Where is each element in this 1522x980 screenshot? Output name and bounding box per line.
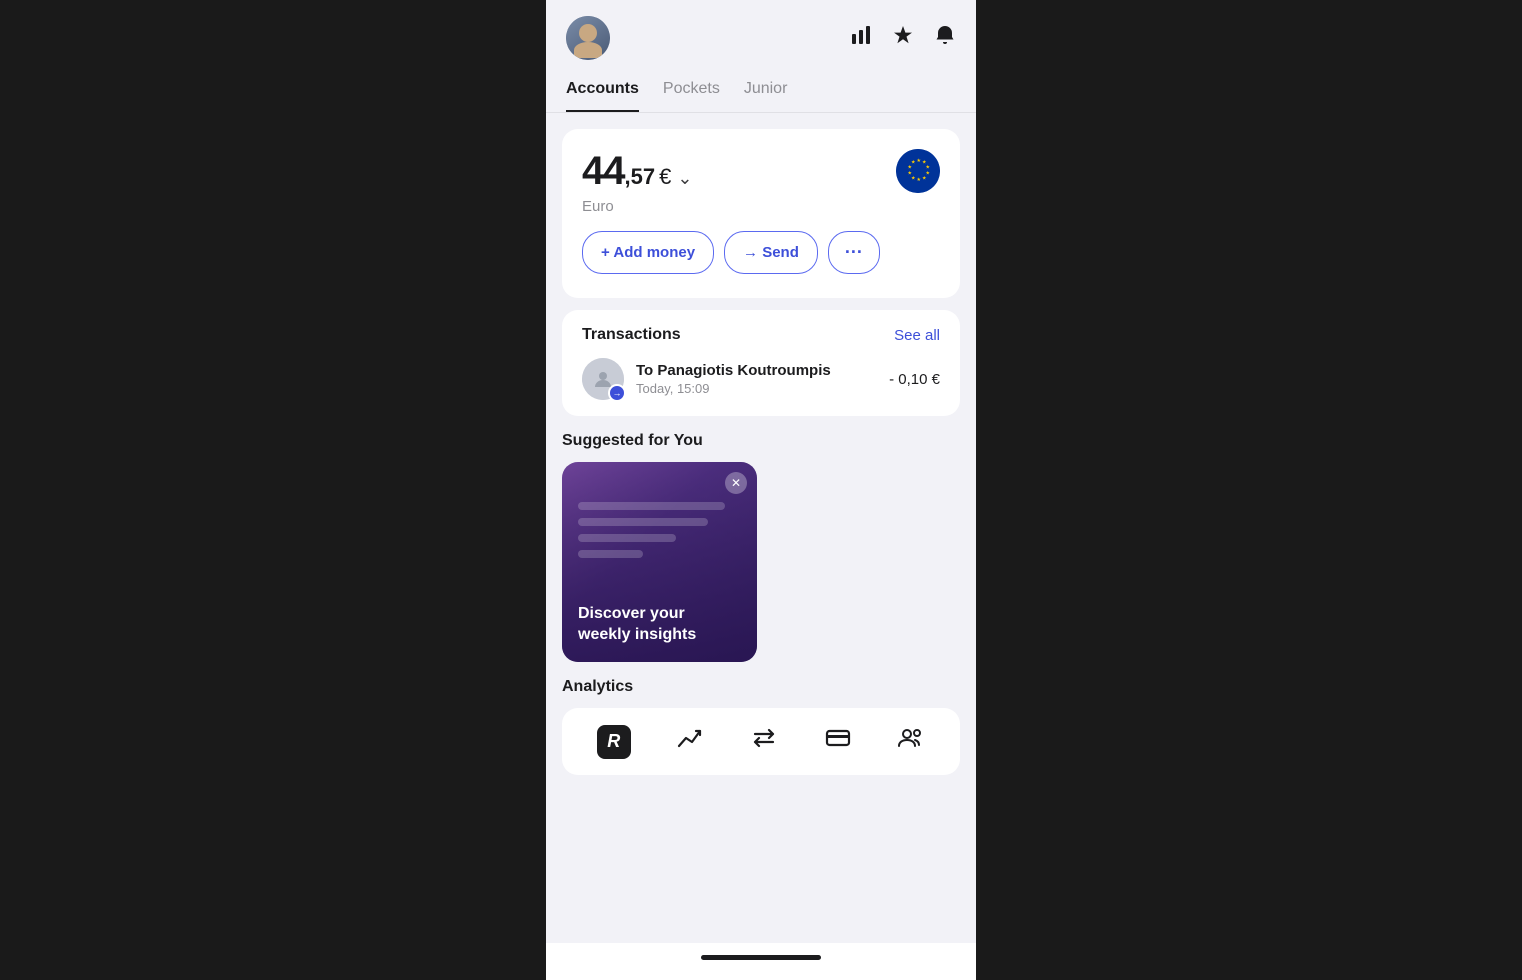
- suggested-section: Suggested for You ✕ Discover your weekly…: [546, 416, 976, 662]
- tab-junior[interactable]: Junior: [744, 72, 788, 112]
- svg-text:★: ★: [908, 171, 913, 177]
- tab-accounts[interactable]: Accounts: [566, 72, 639, 112]
- deco-bar-4: [578, 550, 643, 558]
- balance-currency: €: [659, 164, 671, 190]
- transaction-info: To Panagiotis Koutroumpis Today, 15:09: [636, 362, 877, 396]
- balance-decimal: ,57: [625, 164, 656, 190]
- suggestion-card-text: Discover your weekly insights: [578, 604, 741, 646]
- suggested-title: Suggested for You: [562, 432, 960, 450]
- balance-display: 44 ,57 € ⌄: [582, 149, 692, 194]
- tabs: Accounts Pockets Junior: [546, 68, 976, 113]
- suggestion-close-button[interactable]: ✕: [725, 472, 747, 494]
- star-icon[interactable]: [892, 24, 914, 52]
- action-buttons: + Add money → Send ···: [582, 231, 940, 274]
- transaction-item[interactable]: → To Panagiotis Koutroumpis Today, 15:09…: [582, 358, 940, 400]
- tab-pockets[interactable]: Pockets: [663, 72, 720, 112]
- deco-bar-2: [578, 518, 708, 526]
- send-button[interactable]: → Send: [724, 231, 818, 274]
- add-money-button[interactable]: + Add money: [582, 231, 714, 274]
- svg-text:★: ★: [911, 160, 916, 166]
- card-icon: [824, 724, 852, 759]
- transactions-title: Transactions: [582, 326, 681, 344]
- svg-text:★: ★: [917, 177, 922, 183]
- analytics-card-item[interactable]: [824, 724, 852, 759]
- analytics-section: Analytics R: [546, 662, 976, 775]
- bottom-bar: [546, 943, 976, 980]
- suggestion-card-title: Discover your weekly insights: [578, 604, 741, 646]
- main-content: 44 ,57 € ⌄ ★ ★ ★ ★: [546, 113, 976, 943]
- close-icon: ✕: [731, 476, 741, 490]
- analytics-transfer-item[interactable]: [750, 724, 778, 759]
- deco-bar-1: [578, 502, 725, 510]
- card-decoration: [578, 502, 741, 558]
- svg-text:★: ★: [917, 158, 922, 164]
- suggestion-card[interactable]: ✕ Discover your weekly insights: [562, 462, 757, 662]
- avatar[interactable]: [566, 16, 610, 60]
- group-icon: [897, 724, 925, 759]
- transfer-icon: [750, 724, 778, 759]
- transactions-header: Transactions See all: [582, 326, 940, 344]
- phone-container: Accounts Pockets Junior 44 ,57 € ⌄: [546, 0, 976, 980]
- transaction-time: Today, 15:09: [636, 381, 877, 396]
- eu-flag-icon: ★ ★ ★ ★ ★ ★ ★ ★ ★ ★: [896, 149, 940, 193]
- transaction-send-badge: →: [608, 384, 626, 402]
- svg-text:★: ★: [922, 176, 927, 182]
- deco-bar-3: [578, 534, 676, 542]
- transactions-section: Transactions See all → To Pan: [562, 310, 960, 416]
- more-button[interactable]: ···: [828, 231, 880, 274]
- chart-icon[interactable]: [850, 24, 872, 52]
- balance-main: 44: [582, 149, 625, 194]
- analytics-icons-row: R: [562, 708, 960, 775]
- revolut-r-icon: R: [597, 725, 631, 759]
- home-indicator: [701, 955, 821, 960]
- balance-label: Euro: [582, 198, 940, 215]
- trend-chart-icon: [676, 724, 704, 759]
- analytics-chart-item[interactable]: [676, 724, 704, 759]
- header: [546, 0, 976, 68]
- analytics-revolut-item[interactable]: R: [597, 725, 631, 759]
- transaction-name: To Panagiotis Koutroumpis: [636, 362, 877, 379]
- bell-icon[interactable]: [934, 24, 956, 52]
- balance-row: 44 ,57 € ⌄ ★ ★ ★ ★: [582, 149, 940, 194]
- see-all-link[interactable]: See all: [894, 327, 940, 344]
- transaction-amount: - 0,10 €: [889, 371, 940, 388]
- balance-card: 44 ,57 € ⌄ ★ ★ ★ ★: [562, 129, 960, 298]
- balance-chevron[interactable]: ⌄: [677, 168, 692, 189]
- analytics-group-item[interactable]: [897, 724, 925, 759]
- transaction-avatar: →: [582, 358, 624, 400]
- analytics-title: Analytics: [562, 678, 960, 696]
- header-icons: [850, 24, 956, 52]
